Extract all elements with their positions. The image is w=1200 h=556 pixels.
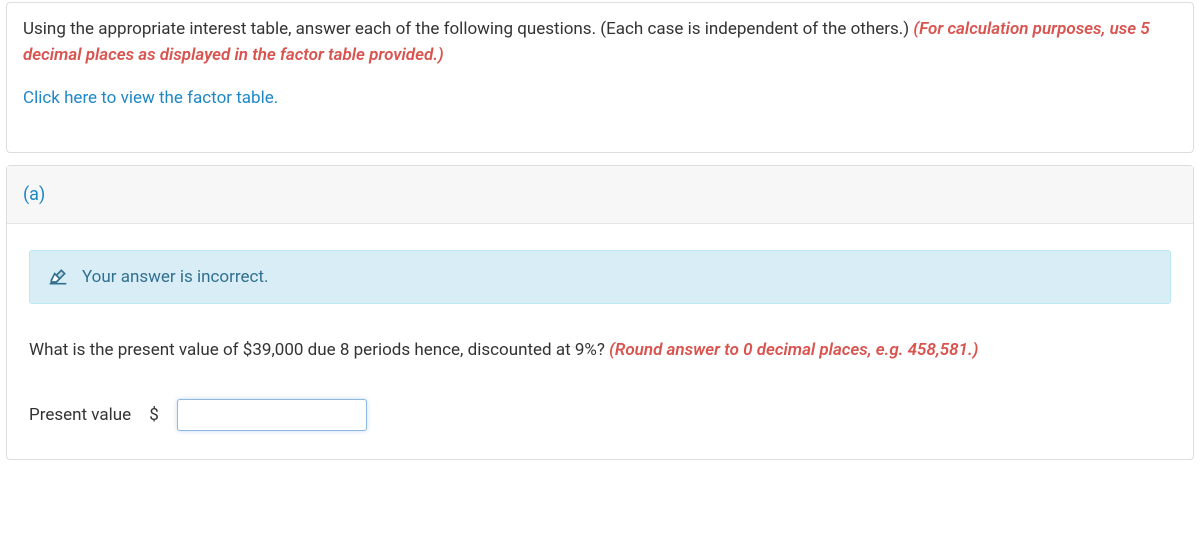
question-body-text: What is the present value of $39,000 due…: [29, 340, 609, 360]
answer-row: Present value $: [29, 399, 1171, 431]
question-header: (a): [7, 166, 1193, 224]
question-text: What is the present value of $39,000 due…: [29, 338, 1171, 364]
question-body: Your answer is incorrect. What is the pr…: [7, 224, 1193, 460]
alert-text: Your answer is incorrect.: [82, 267, 268, 287]
eraser-icon: [48, 267, 68, 287]
question-panel: (a) Your answer is incorrect. What is th…: [6, 165, 1194, 461]
answer-label: Present value: [29, 405, 131, 425]
factor-table-link[interactable]: Click here to view the factor table.: [23, 86, 278, 112]
incorrect-alert: Your answer is incorrect.: [29, 250, 1171, 304]
currency-symbol: $: [149, 405, 159, 425]
instruction-line: Using the appropriate interest table, an…: [23, 17, 1177, 68]
present-value-input[interactable]: [177, 399, 367, 431]
instruction-main-text: Using the appropriate interest table, an…: [23, 19, 913, 39]
question-part-label: (a): [23, 184, 45, 205]
instruction-panel: Using the appropriate interest table, an…: [6, 2, 1194, 153]
question-hint-red: (Round answer to 0 decimal places, e.g. …: [609, 340, 978, 360]
